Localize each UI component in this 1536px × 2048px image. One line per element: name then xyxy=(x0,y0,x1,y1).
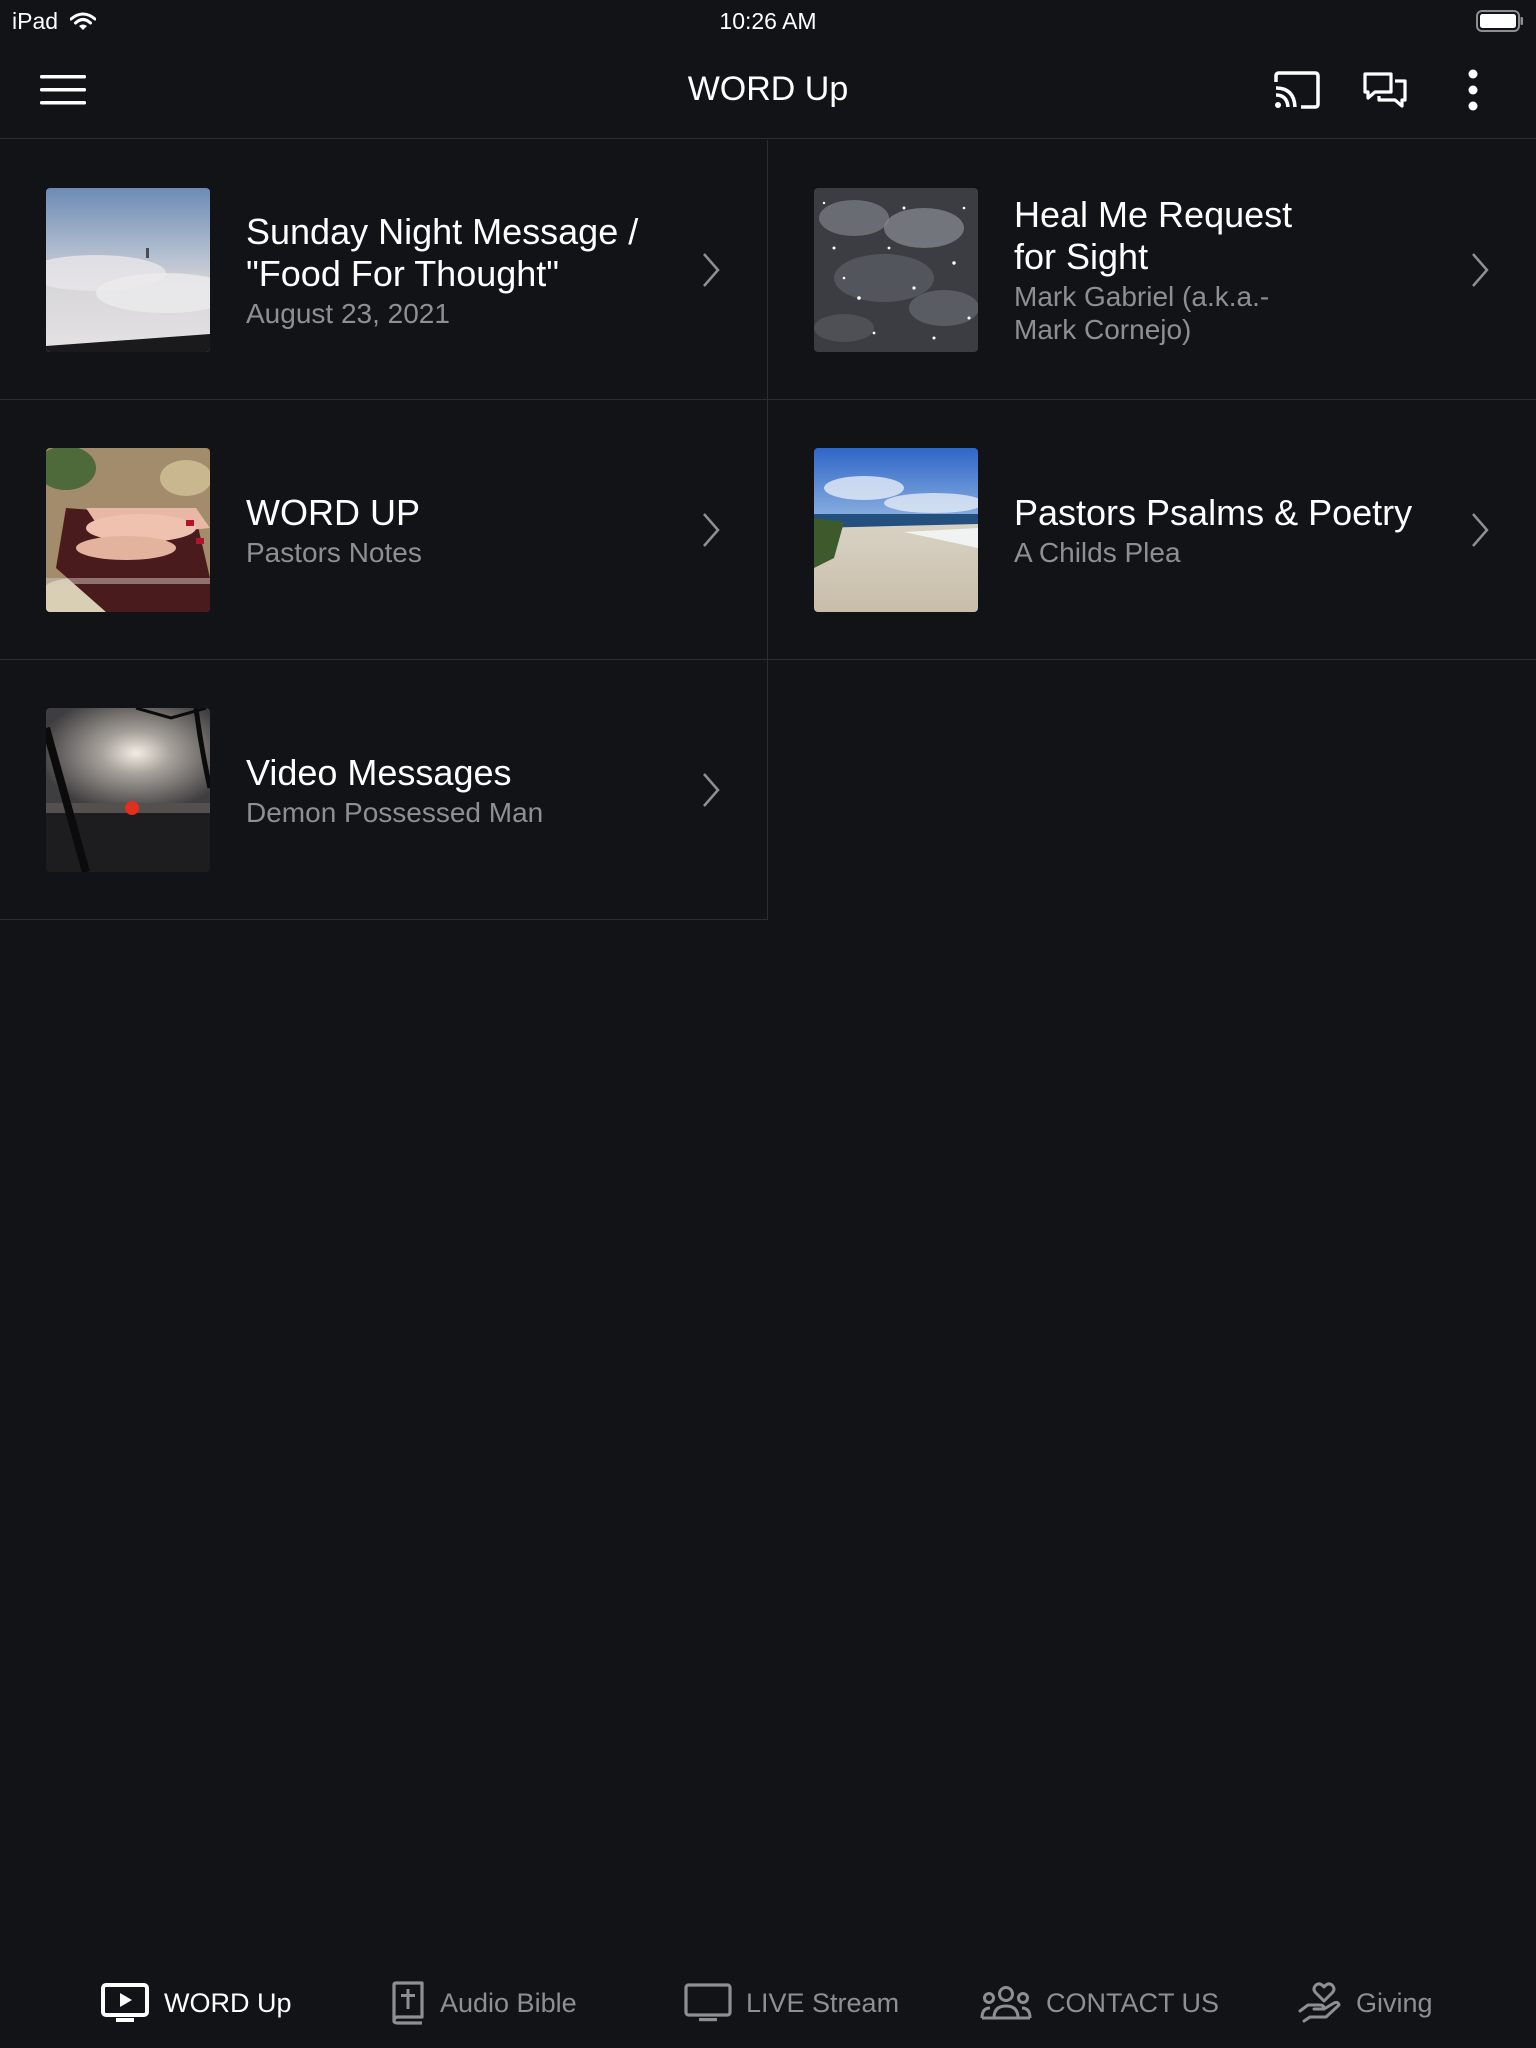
chevron-right-icon xyxy=(1472,253,1489,287)
item-title: Heal Me Request for Sight xyxy=(1014,194,1293,277)
tab-bar: WORD Up Audio Bible LIVE Stream CONTACT … xyxy=(0,1944,1536,2048)
tv-play-icon xyxy=(101,1983,149,2022)
cast-button[interactable] xyxy=(1269,62,1325,118)
chevron-right-icon xyxy=(703,513,720,547)
chevron-right-icon xyxy=(1472,513,1489,547)
chat-icon xyxy=(1363,72,1407,108)
tab-label: CONTACT US xyxy=(1046,1987,1220,2018)
bible-icon xyxy=(392,1981,424,2025)
tab-contact-us[interactable]: CONTACT US xyxy=(980,1978,1219,2028)
thumbnail-hands-bible xyxy=(46,448,210,612)
tab-giving[interactable]: Giving xyxy=(1298,1978,1433,2028)
status-bar: iPad 10:26 AM xyxy=(0,0,1536,40)
thumbnail-sunset xyxy=(46,708,210,872)
more-button[interactable] xyxy=(1445,62,1501,118)
item-title: Sunday Night Message / "Food For Thought… xyxy=(246,210,639,294)
hand-heart-icon xyxy=(1298,1982,1341,2023)
more-vertical-icon xyxy=(1468,69,1478,111)
chevron-right-icon xyxy=(703,773,720,807)
list-item[interactable]: Heal Me Request for Sight Mark Gabriel (… xyxy=(768,140,1536,400)
item-title: Video Messages xyxy=(246,751,512,793)
tab-label: WORD Up xyxy=(164,1987,292,2018)
battery-icon xyxy=(1476,10,1523,32)
item-subtitle: Pastors Notes xyxy=(246,536,422,568)
list-item[interactable]: Video Messages Demon Possessed Man xyxy=(0,660,768,920)
tab-label: Audio Bible xyxy=(440,1987,577,2018)
tab-live-stream[interactable]: LIVE Stream xyxy=(684,1978,899,2028)
status-time: 10:26 AM xyxy=(719,8,817,34)
list-item[interactable]: WORD UP Pastors Notes xyxy=(0,400,768,660)
item-subtitle: A Childs Plea xyxy=(1014,536,1181,568)
nav-bar: WORD Up xyxy=(0,40,1536,139)
tab-label: Giving xyxy=(1356,1987,1433,2018)
thumbnail-fog-sky xyxy=(46,188,210,352)
item-title: WORD UP xyxy=(246,491,420,533)
item-subtitle: Mark Gabriel (a.k.a.- Mark Cornejo) xyxy=(1014,281,1270,345)
tab-audio-bible[interactable]: Audio Bible xyxy=(390,1978,577,2028)
list-item[interactable]: Sunday Night Message / "Food For Thought… xyxy=(0,140,768,400)
monitor-icon xyxy=(684,1983,732,2022)
list-item[interactable]: Pastors Psalms & Poetry A Childs Plea xyxy=(768,400,1536,660)
group-icon xyxy=(980,1986,1032,2020)
item-subtitle: August 23, 2021 xyxy=(246,297,450,329)
chevron-right-icon xyxy=(703,253,720,287)
chat-button[interactable] xyxy=(1357,62,1413,118)
item-subtitle: Demon Possessed Man xyxy=(246,796,544,828)
thumbnail-beach xyxy=(814,448,978,612)
item-title: Pastors Psalms & Poetry xyxy=(1014,491,1413,533)
thumbnail-stars-clouds xyxy=(814,188,978,352)
cast-icon xyxy=(1274,71,1320,109)
tab-word-up[interactable]: WORD Up xyxy=(100,1978,292,2028)
tab-label: LIVE Stream xyxy=(746,1987,900,2018)
